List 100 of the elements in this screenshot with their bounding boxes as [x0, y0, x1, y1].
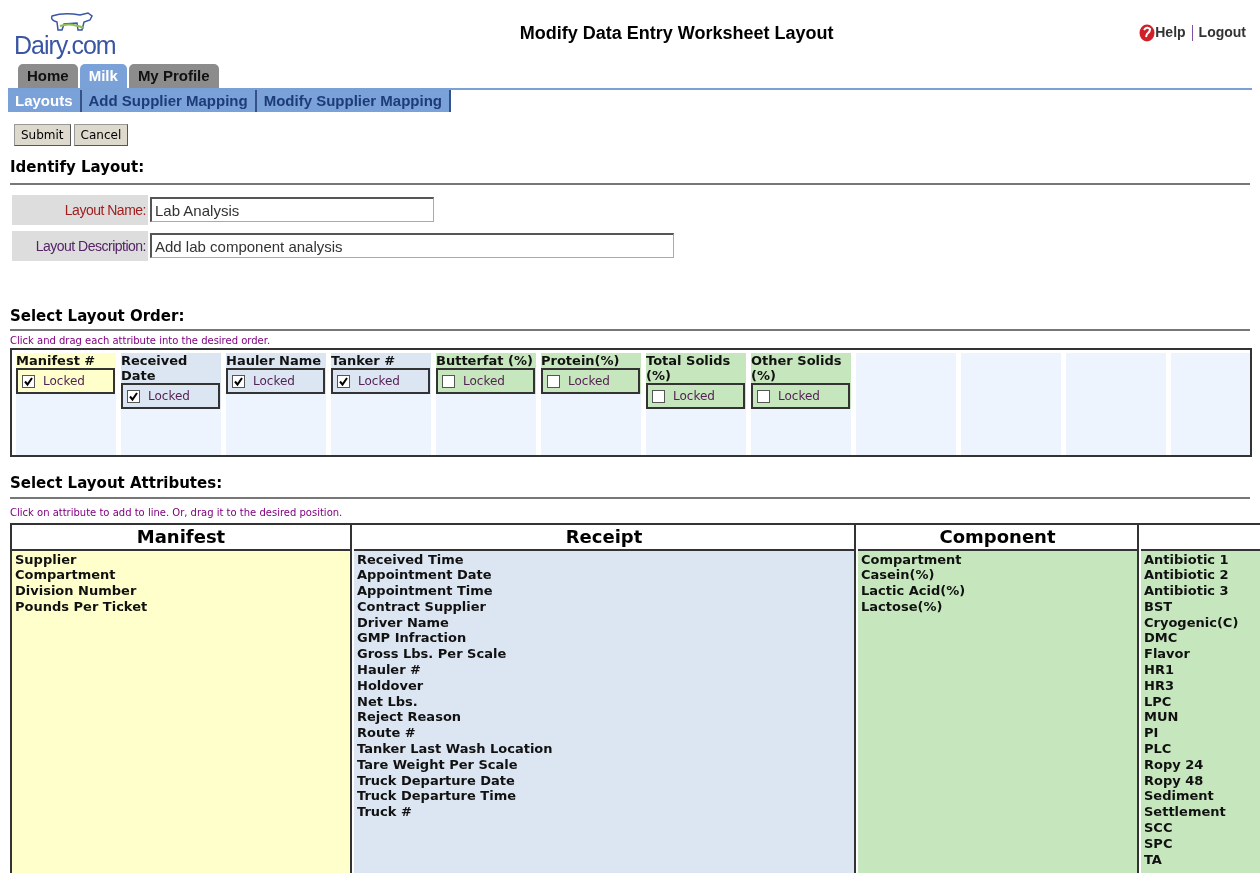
attribute-item[interactable]: TA: [1144, 851, 1162, 868]
attribute-item[interactable]: Truck Departure Date: [357, 772, 515, 789]
attribute-name: Received Date: [121, 353, 189, 383]
attribute-item[interactable]: Truck Departure Time: [357, 788, 516, 805]
attribute-card[interactable]: Received Date Locked: [121, 353, 221, 409]
header-link[interactable]: Logout: [1198, 22, 1246, 43]
attribute-card[interactable]: Hauler Name Locked: [226, 353, 326, 394]
attribute-card[interactable]: Manifest # Locked: [16, 353, 116, 394]
attribute-item[interactable]: Lactic Acid(%): [861, 583, 966, 599]
attribute-item[interactable]: Driver Name: [357, 614, 449, 631]
attribute-item[interactable]: Tanker Last Wash Location: [357, 741, 553, 757]
checkbox[interactable]: [442, 374, 455, 388]
attribute-item[interactable]: Gross Lbs. Per Scale: [357, 646, 507, 663]
attribute-item[interactable]: Sediment: [1144, 788, 1214, 805]
field-label: Layout Description:: [12, 230, 148, 261]
nav-tab[interactable]: Home: [18, 64, 78, 88]
attribute-item[interactable]: Truck #: [357, 804, 412, 821]
checkbox[interactable]: [22, 374, 35, 388]
attribute-item[interactable]: BST: [1144, 598, 1173, 615]
attribute-item[interactable]: Net Lbs.: [357, 693, 418, 710]
attribute-name: Other Solids (%): [751, 353, 843, 383]
column-title: Receipt: [565, 525, 643, 547]
attribute-item[interactable]: MUN: [1144, 709, 1179, 726]
page-title: Modify Data Entry Worksheet Layout: [518, 22, 835, 45]
subnav-link[interactable]: Add Supplier Mapping: [81, 90, 257, 112]
hint-text: Click and drag each attribute into the desired order.: [10, 334, 272, 348]
attribute-item[interactable]: Antibiotic 2: [1144, 567, 1229, 584]
attribute-card[interactable]: Tanker # Locked: [331, 353, 431, 394]
checkbox[interactable]: [232, 374, 245, 388]
help-icon[interactable]: [1139, 23, 1156, 42]
locked-checkbox[interactable]: Locked: [436, 368, 535, 394]
locked-checkbox[interactable]: Locked: [646, 383, 745, 409]
attribute-item[interactable]: Antibiotic 3: [1144, 583, 1229, 599]
locked-checkbox[interactable]: Locked: [16, 368, 115, 394]
attribute-item[interactable]: SPC: [1144, 835, 1173, 852]
attribute-item[interactable]: HR1: [1144, 662, 1174, 678]
attribute-item[interactable]: Ropy 48: [1144, 772, 1204, 789]
locked-checkbox[interactable]: Locked: [226, 368, 325, 394]
locked-checkbox[interactable]: Locked: [331, 368, 430, 394]
attribute-item[interactable]: GMP Infraction: [357, 630, 467, 647]
attribute-item[interactable]: LPC: [1144, 693, 1172, 710]
attribute-card[interactable]: Butterfat (%) Locked: [436, 353, 536, 394]
attribute-item[interactable]: Flavor: [1144, 646, 1190, 663]
attribute-item[interactable]: Division Number: [15, 583, 137, 599]
column-title: Manifest: [136, 525, 226, 547]
text-input[interactable]: Lab Analysis: [150, 197, 434, 222]
checkbox[interactable]: [127, 389, 140, 403]
attribute-item[interactable]: Route #: [357, 725, 416, 742]
attribute-item[interactable]: Lactose(%): [861, 598, 943, 615]
attribute-item[interactable]: Casein(%): [861, 567, 935, 584]
text-input[interactable]: Add lab component analysis: [150, 233, 674, 258]
attribute-name: Manifest #: [16, 353, 97, 368]
attribute-name: Tanker #: [331, 353, 397, 368]
attribute-item[interactable]: Pounds Per Ticket: [15, 598, 148, 615]
column-title: Component: [939, 525, 1056, 547]
checkbox[interactable]: [652, 389, 665, 403]
attribute-item[interactable]: Holdover: [357, 677, 424, 694]
attribute-item[interactable]: Hauler #: [357, 662, 421, 678]
attribute-name: Hauler Name: [226, 353, 323, 368]
form-button[interactable]: Cancel: [73, 124, 129, 146]
attribute-item[interactable]: HR3: [1144, 677, 1174, 694]
nav-tab[interactable]: My Profile: [128, 64, 219, 88]
attribute-item[interactable]: Ropy 24: [1144, 756, 1204, 773]
attribute-item[interactable]: DMC: [1144, 630, 1178, 647]
attribute-item[interactable]: Appointment Date: [357, 567, 492, 584]
attribute-card[interactable]: Other Solids (%) Locked: [751, 353, 851, 409]
header-link[interactable]: Help: [1155, 22, 1186, 43]
attribute-item[interactable]: Contract Supplier: [357, 598, 486, 615]
hint-text: Click on attribute to add to line. Or, drag it to the desired position.: [10, 505, 344, 520]
field-label: Layout Name:: [12, 194, 148, 225]
checkbox[interactable]: [337, 374, 350, 388]
section-heading: Select Layout Attributes:: [10, 473, 224, 494]
attribute-name: Protein(%): [541, 353, 621, 368]
subnav-link[interactable]: Modify Supplier Mapping: [256, 90, 451, 112]
attribute-item[interactable]: Received Time: [357, 551, 464, 568]
logo-text: Dairy.com: [14, 32, 116, 58]
attribute-item[interactable]: SCC: [1144, 820, 1173, 836]
attribute-item[interactable]: Reject Reason: [357, 709, 462, 726]
attribute-item[interactable]: PLC: [1144, 741, 1172, 757]
attribute-item[interactable]: Settlement: [1144, 804, 1226, 821]
locked-checkbox[interactable]: Locked: [751, 383, 850, 409]
attribute-item[interactable]: Compartment: [861, 551, 962, 568]
attribute-item[interactable]: Cryogenic(C): [1144, 614, 1239, 631]
locked-checkbox[interactable]: Locked: [541, 368, 640, 394]
attribute-item[interactable]: Antibiotic 1: [1144, 551, 1229, 568]
attribute-card[interactable]: Protein(%) Locked: [541, 353, 641, 394]
attribute-item[interactable]: Appointment Time: [357, 583, 493, 599]
attribute-name: Butterfat (%): [436, 353, 534, 368]
attribute-item[interactable]: Supplier: [15, 551, 77, 568]
attribute-item[interactable]: PI: [1144, 725, 1159, 742]
section-heading: Identify Layout:: [10, 157, 146, 178]
checkbox[interactable]: [757, 389, 770, 403]
form-button[interactable]: Submit: [14, 124, 71, 146]
attribute-item[interactable]: Tare Weight Per Scale: [357, 756, 518, 773]
attribute-item[interactable]: Compartment: [15, 567, 116, 584]
attribute-card[interactable]: Total Solids (%) Locked: [646, 353, 746, 409]
checkbox[interactable]: [547, 374, 560, 388]
locked-checkbox[interactable]: Locked: [121, 383, 220, 409]
attribute-name: Total Solids (%): [646, 353, 732, 383]
section-heading: Select Layout Order:: [10, 305, 186, 327]
